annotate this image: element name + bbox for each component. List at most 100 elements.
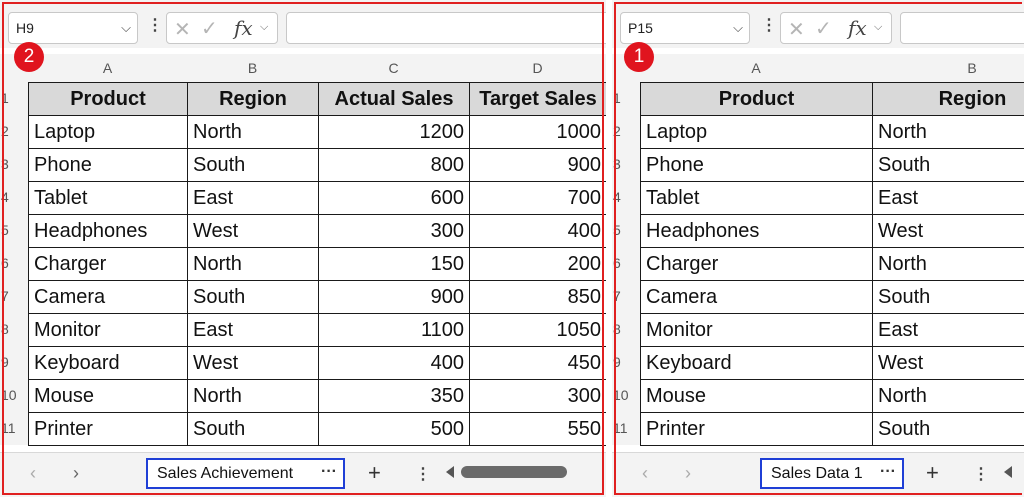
chevron-down-icon[interactable]: ⌵ [733, 20, 743, 36]
table-cell[interactable]: 700 [469, 181, 606, 215]
confirm-icon[interactable]: ✓ [201, 16, 218, 41]
table-cell[interactable]: East [872, 313, 1024, 347]
table-cell[interactable]: 1000 [469, 115, 606, 149]
row-header[interactable]: 2 [612, 115, 640, 148]
more-horizontal-icon[interactable]: ··· [321, 463, 337, 481]
table-cell[interactable]: Tablet [640, 181, 873, 215]
column-header-a[interactable]: A [640, 54, 872, 82]
add-sheet-icon[interactable]: + [368, 460, 381, 486]
table-cell[interactable]: Keyboard [640, 346, 873, 380]
table-cell[interactable]: 350 [318, 379, 470, 413]
row-header[interactable]: 1 [612, 82, 640, 115]
add-sheet-icon[interactable]: + [926, 460, 939, 486]
table-cell[interactable]: 200 [469, 247, 606, 281]
table-cell[interactable]: Headphones [640, 214, 873, 248]
chevron-down-icon[interactable]: ⌵ [121, 20, 131, 36]
table-cell[interactable]: West [872, 214, 1024, 248]
more-horizontal-icon[interactable]: ··· [880, 463, 896, 481]
header-cell[interactable]: Region [187, 82, 319, 116]
row-header[interactable]: 1 [0, 82, 28, 115]
table-cell[interactable]: 400 [469, 214, 606, 248]
row-header[interactable]: 4 [612, 181, 640, 214]
next-sheet-icon[interactable]: › [685, 463, 691, 484]
next-sheet-icon[interactable]: › [73, 463, 79, 484]
row-header[interactable]: 3 [612, 148, 640, 181]
header-cell[interactable]: Target Sales [469, 82, 606, 116]
table-cell[interactable]: North [872, 115, 1024, 149]
table-cell[interactable]: Camera [640, 280, 873, 314]
table-cell[interactable]: South [872, 412, 1024, 446]
table-cell[interactable]: North [187, 115, 319, 149]
horizontal-scrollbar[interactable] [461, 466, 567, 478]
table-cell[interactable]: East [872, 181, 1024, 215]
table-cell[interactable]: 850 [469, 280, 606, 314]
table-cell[interactable]: South [187, 148, 319, 182]
more-vertical-icon[interactable]: ⋮ [973, 464, 989, 484]
column-header-b[interactable]: B [872, 54, 1024, 82]
column-header-d[interactable]: D [469, 54, 606, 82]
table-cell[interactable]: 1100 [318, 313, 470, 347]
table-cell[interactable]: North [872, 247, 1024, 281]
table-cell[interactable]: 1200 [318, 115, 470, 149]
table-cell[interactable]: 900 [318, 280, 470, 314]
chevron-down-icon[interactable]: ⌵ [874, 21, 882, 34]
table-cell[interactable]: South [872, 148, 1024, 182]
table-cell[interactable]: Charger [28, 247, 188, 281]
sheet-tab-sales-achievement[interactable]: Sales Achievement ··· [146, 458, 345, 489]
formula-input[interactable] [900, 12, 1024, 44]
table-cell[interactable]: East [187, 181, 319, 215]
row-header[interactable]: 10 [0, 379, 28, 412]
table-cell[interactable]: Headphones [28, 214, 188, 248]
table-cell[interactable]: 600 [318, 181, 470, 215]
table-cell[interactable]: North [187, 379, 319, 413]
row-header[interactable]: 11 [612, 412, 640, 445]
table-cell[interactable]: Printer [640, 412, 873, 446]
name-box[interactable]: P15 ⌵ [620, 12, 750, 44]
table-cell[interactable]: 450 [469, 346, 606, 380]
table-cell[interactable]: East [187, 313, 319, 347]
table-cell[interactable]: Camera [28, 280, 188, 314]
table-cell[interactable]: 300 [318, 214, 470, 248]
row-header[interactable]: 8 [612, 313, 640, 346]
row-header[interactable]: 9 [612, 346, 640, 379]
table-cell[interactable]: South [187, 280, 319, 314]
table-cell[interactable]: 300 [469, 379, 606, 413]
row-header[interactable]: 3 [0, 148, 28, 181]
row-header[interactable]: 9 [0, 346, 28, 379]
row-header[interactable]: 7 [0, 280, 28, 313]
cancel-icon[interactable]: ✕ [174, 17, 191, 42]
table-cell[interactable]: Keyboard [28, 346, 188, 380]
table-cell[interactable]: Printer [28, 412, 188, 446]
prev-sheet-icon[interactable]: ‹ [30, 463, 36, 484]
table-cell[interactable]: South [872, 280, 1024, 314]
table-cell[interactable]: 1050 [469, 313, 606, 347]
confirm-icon[interactable]: ✓ [815, 16, 832, 41]
row-header[interactable]: 7 [612, 280, 640, 313]
table-cell[interactable]: West [187, 214, 319, 248]
prev-sheet-icon[interactable]: ‹ [642, 463, 648, 484]
table-cell[interactable]: 500 [318, 412, 470, 446]
row-header[interactable]: 2 [0, 115, 28, 148]
table-cell[interactable]: Mouse [28, 379, 188, 413]
header-cell[interactable]: Actual Sales [318, 82, 470, 116]
row-header[interactable]: 10 [612, 379, 640, 412]
header-cell[interactable]: Region [872, 82, 1024, 116]
table-cell[interactable]: 900 [469, 148, 606, 182]
column-header-b[interactable]: B [187, 54, 318, 82]
table-cell[interactable]: South [187, 412, 319, 446]
more-vertical-icon[interactable]: ⋮ [415, 464, 431, 484]
table-cell[interactable]: 550 [469, 412, 606, 446]
table-cell[interactable]: Mouse [640, 379, 873, 413]
header-cell[interactable]: Product [640, 82, 873, 116]
row-header[interactable]: 11 [0, 412, 28, 445]
table-cell[interactable]: 800 [318, 148, 470, 182]
table-cell[interactable]: 400 [318, 346, 470, 380]
table-cell[interactable]: Charger [640, 247, 873, 281]
cancel-icon[interactable]: ✕ [788, 17, 805, 42]
chevron-down-icon[interactable]: ⌵ [260, 21, 268, 34]
row-header[interactable]: 8 [0, 313, 28, 346]
more-vertical-icon[interactable]: ⋮ [761, 15, 777, 35]
table-cell[interactable]: Phone [640, 148, 873, 182]
name-box[interactable]: H9 ⌵ [8, 12, 138, 44]
row-header[interactable]: 6 [0, 247, 28, 280]
